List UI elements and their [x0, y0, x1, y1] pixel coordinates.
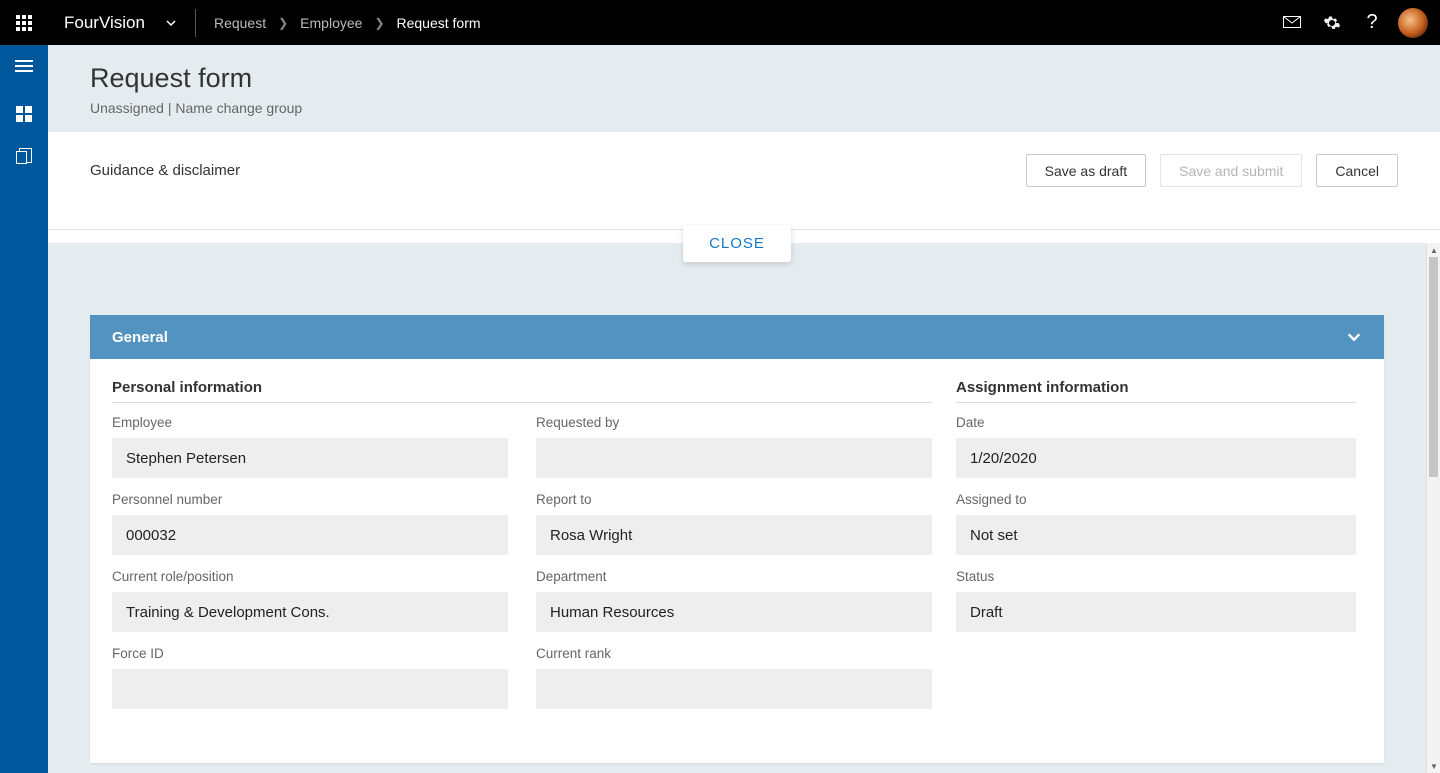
scroll-down-arrow-icon[interactable]: ▼ — [1427, 759, 1440, 773]
personal-col: Personal information Employee Stephen Pe… — [112, 379, 932, 723]
value-date[interactable]: 1/20/2020 — [956, 438, 1356, 478]
value-current-rank[interactable] — [536, 669, 932, 709]
page-header: Request form Unassigned | Name change gr… — [48, 45, 1440, 132]
field-employee: Employee Stephen Petersen — [112, 415, 508, 478]
general-panel: General Personal information Employee St… — [90, 315, 1384, 763]
field-current-rank: Current rank — [536, 646, 932, 709]
cancel-button[interactable]: Cancel — [1316, 154, 1398, 187]
tiles-icon — [16, 106, 32, 122]
field-current-role: Current role/position Training & Develop… — [112, 569, 508, 632]
waffle-icon — [16, 15, 32, 31]
scrollbar[interactable]: ▲ ▼ — [1426, 243, 1440, 773]
save-as-draft-button[interactable]: Save as draft — [1026, 154, 1147, 187]
action-band: Guidance & disclaimer Save as draft Save… — [48, 132, 1440, 230]
section-title-personal: Personal information — [112, 379, 932, 403]
section-title-assignment: Assignment information — [956, 379, 1356, 403]
guidance-label: Guidance & disclaimer — [90, 162, 240, 179]
sidebar — [0, 45, 48, 773]
label-employee: Employee — [112, 415, 508, 430]
field-status: Status Draft — [956, 569, 1356, 632]
label-assigned-to: Assigned to — [956, 492, 1356, 507]
value-employee[interactable]: Stephen Petersen — [112, 438, 508, 478]
field-force-id: Force ID — [112, 646, 508, 709]
value-report-to[interactable]: Rosa Wright — [536, 515, 932, 555]
breadcrumb-item[interactable]: Employee — [300, 15, 362, 31]
assignment-col: Assignment information Date 1/20/2020 As… — [956, 379, 1356, 723]
chevron-right-icon: ❯ — [278, 16, 288, 30]
panel-body: Personal information Employee Stephen Pe… — [90, 359, 1384, 763]
label-current-role: Current role/position — [112, 569, 508, 584]
topbar: FourVision Request ❯ Employee ❯ Request … — [0, 0, 1440, 45]
scroll-up-arrow-icon[interactable]: ▲ — [1427, 243, 1440, 257]
chevron-down-icon — [1346, 329, 1362, 345]
avatar[interactable] — [1398, 8, 1428, 38]
value-assigned-to[interactable]: Not set — [956, 515, 1356, 555]
label-force-id: Force ID — [112, 646, 508, 661]
value-requested-by[interactable] — [536, 438, 932, 478]
label-date: Date — [956, 415, 1356, 430]
value-department[interactable]: Human Resources — [536, 592, 932, 632]
sidebar-menu-toggle[interactable] — [0, 45, 48, 87]
stack-icon — [16, 148, 32, 164]
label-personnel-number: Personnel number — [112, 492, 508, 507]
chevron-down-icon — [165, 17, 177, 29]
field-assigned-to: Assigned to Not set — [956, 492, 1356, 555]
help-icon[interactable]: ? — [1352, 0, 1392, 45]
page-title: Request form — [90, 63, 1440, 94]
field-requested-by: Requested by — [536, 415, 932, 478]
company-switcher[interactable]: FourVision — [48, 0, 195, 45]
breadcrumb: Request ❯ Employee ❯ Request form — [196, 0, 481, 45]
sidebar-item-dashboard[interactable] — [0, 93, 48, 135]
messages-icon[interactable] — [1272, 0, 1312, 45]
value-force-id[interactable] — [112, 669, 508, 709]
value-personnel-number[interactable]: 000032 — [112, 515, 508, 555]
label-current-rank: Current rank — [536, 646, 932, 661]
label-report-to: Report to — [536, 492, 932, 507]
panel-title: General — [112, 329, 168, 346]
hamburger-icon — [15, 60, 33, 72]
main-area: Request form Unassigned | Name change gr… — [48, 45, 1440, 773]
value-current-role[interactable]: Training & Development Cons. — [112, 592, 508, 632]
breadcrumb-current: Request form — [397, 15, 481, 31]
action-buttons: Save as draft Save and submit Cancel — [1026, 154, 1398, 187]
breadcrumb-item[interactable]: Request — [214, 15, 266, 31]
chevron-right-icon: ❯ — [374, 16, 384, 30]
scroll-track[interactable] — [1427, 257, 1440, 759]
save-and-submit-button: Save and submit — [1160, 154, 1302, 187]
app-launcher[interactable] — [0, 0, 48, 45]
sidebar-item-workspaces[interactable] — [0, 135, 48, 177]
topbar-right: ? — [1272, 0, 1440, 45]
field-date: Date 1/20/2020 — [956, 415, 1356, 478]
label-status: Status — [956, 569, 1356, 584]
scroll-area: CLOSE General Personal information Emplo… — [48, 243, 1426, 773]
value-status[interactable]: Draft — [956, 592, 1356, 632]
label-department: Department — [536, 569, 932, 584]
field-department: Department Human Resources — [536, 569, 932, 632]
body-region: CLOSE General Personal information Emplo… — [48, 243, 1440, 773]
field-report-to: Report to Rosa Wright — [536, 492, 932, 555]
field-personnel-number: Personnel number 000032 — [112, 492, 508, 555]
page-subtitle: Unassigned | Name change group — [90, 100, 1440, 116]
label-requested-by: Requested by — [536, 415, 932, 430]
panel-header[interactable]: General — [90, 315, 1384, 359]
close-button[interactable]: CLOSE — [683, 225, 791, 262]
gear-icon[interactable] — [1312, 0, 1352, 45]
company-name: FourVision — [64, 13, 145, 33]
scroll-thumb[interactable] — [1429, 257, 1438, 477]
